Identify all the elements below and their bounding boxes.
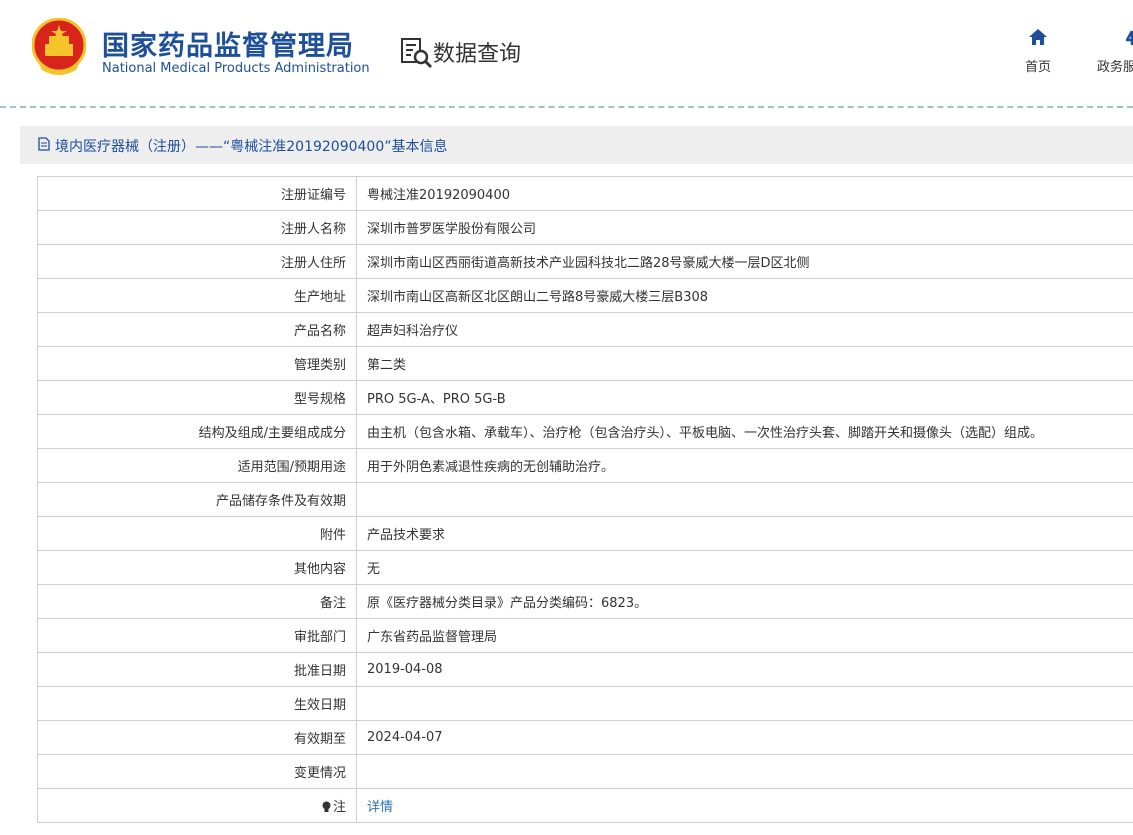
row-value: 产品技术要求 bbox=[356, 516, 1133, 551]
table-row: 注册人住所 深圳市南山区西丽街道高新技术产业园科技北二路28号豪威大楼一层D区北侧 bbox=[37, 244, 1133, 279]
note-label-cell: 注 bbox=[37, 788, 357, 823]
nav-gov-label: 政务服 bbox=[1097, 60, 1133, 75]
table-row: 审批部门 广东省药品监督管理局 bbox=[37, 618, 1133, 653]
table-row: 型号规格 PRO 5G-A、PRO 5G-B bbox=[37, 380, 1133, 415]
national-emblem-icon bbox=[32, 18, 86, 75]
row-label: 注册证编号 bbox=[37, 176, 357, 211]
row-value: 由主机（包含水箱、承载车）、治疗枪（包含治疗头）、平板电脑、一次性治疗头套、脚踏… bbox=[356, 414, 1133, 449]
table-row: 注册人名称 深圳市普罗医学股份有限公司 bbox=[37, 210, 1133, 245]
row-label: 批准日期 bbox=[37, 652, 357, 687]
table-row: 产品名称 超声妇科治疗仪 bbox=[37, 312, 1133, 347]
row-label: 生效日期 bbox=[37, 686, 357, 721]
row-value: 用于外阴色素减退性疾病的无创辅助治疗。 bbox=[356, 448, 1133, 483]
row-label: 结构及组成/主要组成成分 bbox=[37, 414, 357, 449]
lightbulb-icon bbox=[322, 801, 331, 812]
info-table: 注册证编号 粤械注准20192090400 注册人名称 深圳市普罗医学股份有限公司 注册… bbox=[37, 176, 1133, 823]
table-row: 结构及组成/主要组成成分 由主机（包含水箱、承载车）、治疗枪（包含治疗头）、平板电… bbox=[37, 414, 1133, 449]
row-label: 产品储存条件及有效期 bbox=[37, 482, 357, 517]
row-value: 2019-04-08 bbox=[356, 652, 1133, 687]
table-row: 适用范围/预期用途 用于外阴色素减退性疾病的无创辅助治疗。 bbox=[37, 448, 1133, 483]
row-label: 产品名称 bbox=[37, 312, 357, 347]
table-row: 备注 原《医疗器械分类目录》产品分类编码：6823。 bbox=[37, 584, 1133, 619]
record-title: 境内医疗器械（注册）——“粤械注准20192090400”基本信息 bbox=[55, 139, 448, 155]
data-query-icon bbox=[401, 38, 433, 69]
row-label: 附件 bbox=[37, 516, 357, 551]
table-row: 变更情况 bbox=[37, 754, 1133, 789]
row-value: 深圳市南山区高新区北区朗山二号路8号豪威大楼三层B308 bbox=[356, 278, 1133, 313]
row-value: 广东省药品监督管理局 bbox=[356, 618, 1133, 653]
table-row: 管理类别 第二类 bbox=[37, 346, 1133, 381]
table-row: 有效期至 2024-04-07 bbox=[37, 720, 1133, 755]
row-label: 变更情况 bbox=[37, 754, 357, 789]
section-title: 数据查询 bbox=[433, 42, 522, 67]
table-row: 生效日期 bbox=[37, 686, 1133, 721]
note-label: 注 bbox=[332, 800, 346, 815]
row-value: PRO 5G-A、PRO 5G-B bbox=[356, 380, 1133, 415]
table-row: 生产地址 深圳市南山区高新区北区朗山二号路8号豪威大楼三层B308 bbox=[37, 278, 1133, 313]
row-value bbox=[356, 482, 1133, 517]
table-row: 产品储存条件及有效期 bbox=[37, 482, 1133, 517]
row-value: 粤械注准20192090400 bbox=[356, 176, 1133, 211]
table-row: 其他内容无 bbox=[37, 550, 1133, 585]
gov-icon bbox=[1126, 30, 1133, 45]
row-value bbox=[356, 754, 1133, 789]
row-label: 注册人名称 bbox=[37, 210, 357, 245]
table-row: 批准日期 2019-04-08 bbox=[37, 652, 1133, 687]
note-value-cell: 详情 bbox=[356, 788, 1133, 823]
table-row-note: 注 详情 bbox=[37, 788, 1133, 823]
row-value: 第二类 bbox=[356, 346, 1133, 381]
org-name-en: National Medical Products Administration bbox=[102, 61, 370, 76]
org-name-cn: 国家药品监督管理局 bbox=[102, 31, 354, 62]
row-label: 备注 bbox=[37, 584, 357, 619]
row-label: 生产地址 bbox=[37, 278, 357, 313]
row-value: 无 bbox=[356, 550, 1133, 585]
document-icon bbox=[38, 137, 50, 151]
row-label: 注册人住所 bbox=[37, 244, 357, 279]
record-title-bar: 境内医疗器械（注册）——“粤械注准20192090400”基本信息 bbox=[20, 126, 1133, 164]
row-label: 审批部门 bbox=[37, 618, 357, 653]
nav-gov-service[interactable]: 政务服 bbox=[1088, 28, 1133, 75]
row-value: 超声妇科治疗仪 bbox=[356, 312, 1133, 347]
table-row: 注册证编号 粤械注准20192090400 bbox=[37, 176, 1133, 211]
table-row: 附件 产品技术要求 bbox=[37, 516, 1133, 551]
header-divider bbox=[0, 106, 1133, 108]
row-value: 深圳市普罗医学股份有限公司 bbox=[356, 210, 1133, 245]
row-label: 型号规格 bbox=[37, 380, 357, 415]
row-value bbox=[356, 686, 1133, 721]
nav-home[interactable]: 首页 bbox=[1012, 28, 1064, 75]
row-label: 有效期至 bbox=[37, 720, 357, 755]
site-header: 国家药品监督管理局 National Medical Products Admi… bbox=[0, 0, 1133, 106]
row-value: 深圳市南山区西丽街道高新技术产业园科技北二路28号豪威大楼一层D区北侧 bbox=[356, 244, 1133, 279]
home-icon bbox=[1029, 29, 1047, 45]
row-value: 原《医疗器械分类目录》产品分类编码：6823。 bbox=[356, 584, 1133, 619]
row-label: 管理类别 bbox=[37, 346, 357, 381]
nav-home-label: 首页 bbox=[1024, 60, 1051, 75]
row-label: 其他内容 bbox=[37, 550, 357, 585]
row-value: 2024-04-07 bbox=[356, 720, 1133, 755]
detail-link[interactable]: 详情 bbox=[367, 800, 393, 815]
row-label: 适用范围/预期用途 bbox=[37, 448, 357, 483]
